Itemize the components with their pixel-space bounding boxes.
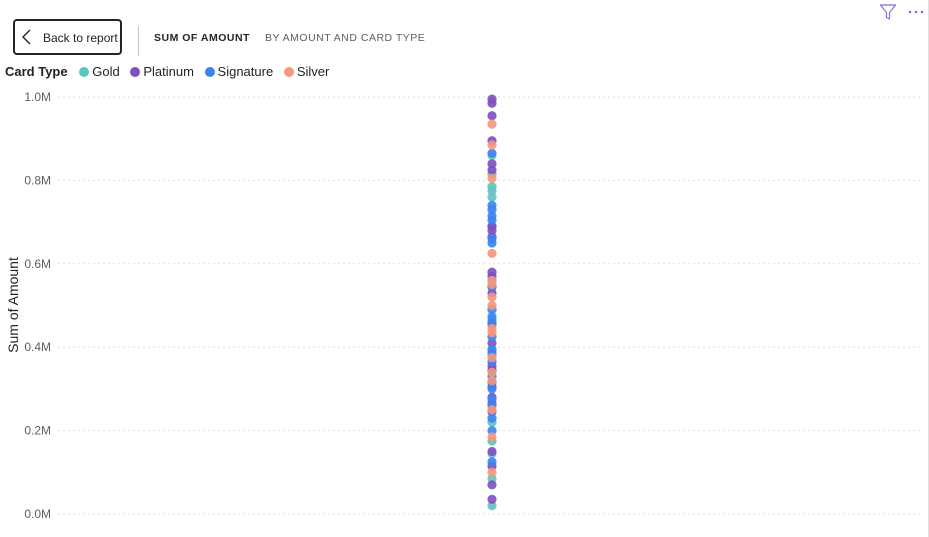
data-point-signature[interactable] [487, 234, 497, 244]
data-point-silver[interactable] [487, 275, 497, 286]
y-tick-label: 0.4M [24, 340, 51, 354]
data-point-signature[interactable] [487, 200, 497, 211]
data-point-platinum[interactable] [487, 94, 497, 104]
data-point-gold[interactable] [487, 182, 497, 192]
y-axis-title: Sum of Amount [5, 257, 21, 353]
data-point-silver[interactable] [487, 323, 497, 334]
data-point-platinum[interactable] [487, 267, 497, 277]
data-point-platinum[interactable] [487, 446, 497, 457]
data-point-silver[interactable] [487, 432, 497, 442]
data-point-platinum[interactable] [487, 111, 497, 121]
y-tick-label: 1.0M [24, 90, 51, 104]
data-point-silver[interactable] [487, 292, 497, 302]
data-point-signature[interactable] [487, 394, 497, 404]
data-point-signature[interactable] [487, 344, 497, 354]
data-point-silver[interactable] [487, 140, 497, 150]
data-point-signature[interactable] [487, 457, 497, 467]
data-point-signature[interactable] [487, 313, 497, 323]
data-point-platinum[interactable] [487, 494, 497, 505]
scatter-chart: 0.0M 0.2M 0.4M 0.6M 0.8M 1.0M Sum of Amount [5, 90, 922, 521]
y-tick-label: 0.0M [24, 507, 51, 521]
data-point-silver[interactable] [487, 405, 497, 415]
data-point-silver[interactable] [487, 375, 497, 386]
y-tick-label: 0.6M [24, 257, 51, 271]
data-point-silver[interactable] [487, 173, 497, 183]
y-axis-ticks: 0.0M 0.2M 0.4M 0.6M 0.8M 1.0M [24, 90, 51, 521]
data-point-platinum[interactable] [487, 480, 497, 490]
data-point-silver[interactable] [487, 353, 497, 363]
data-point-signature[interactable] [487, 148, 497, 158]
data-point-silver[interactable] [487, 467, 497, 477]
data-points [487, 94, 497, 511]
data-point-silver[interactable] [487, 300, 497, 311]
data-point-platinum[interactable] [487, 159, 497, 169]
y-tick-label: 0.2M [24, 424, 51, 438]
data-point-silver[interactable] [487, 248, 497, 258]
data-point-silver[interactable] [487, 119, 497, 129]
data-point-signature[interactable] [487, 413, 497, 423]
data-point-silver[interactable] [487, 367, 497, 377]
y-tick-label: 0.8M [24, 173, 51, 187]
